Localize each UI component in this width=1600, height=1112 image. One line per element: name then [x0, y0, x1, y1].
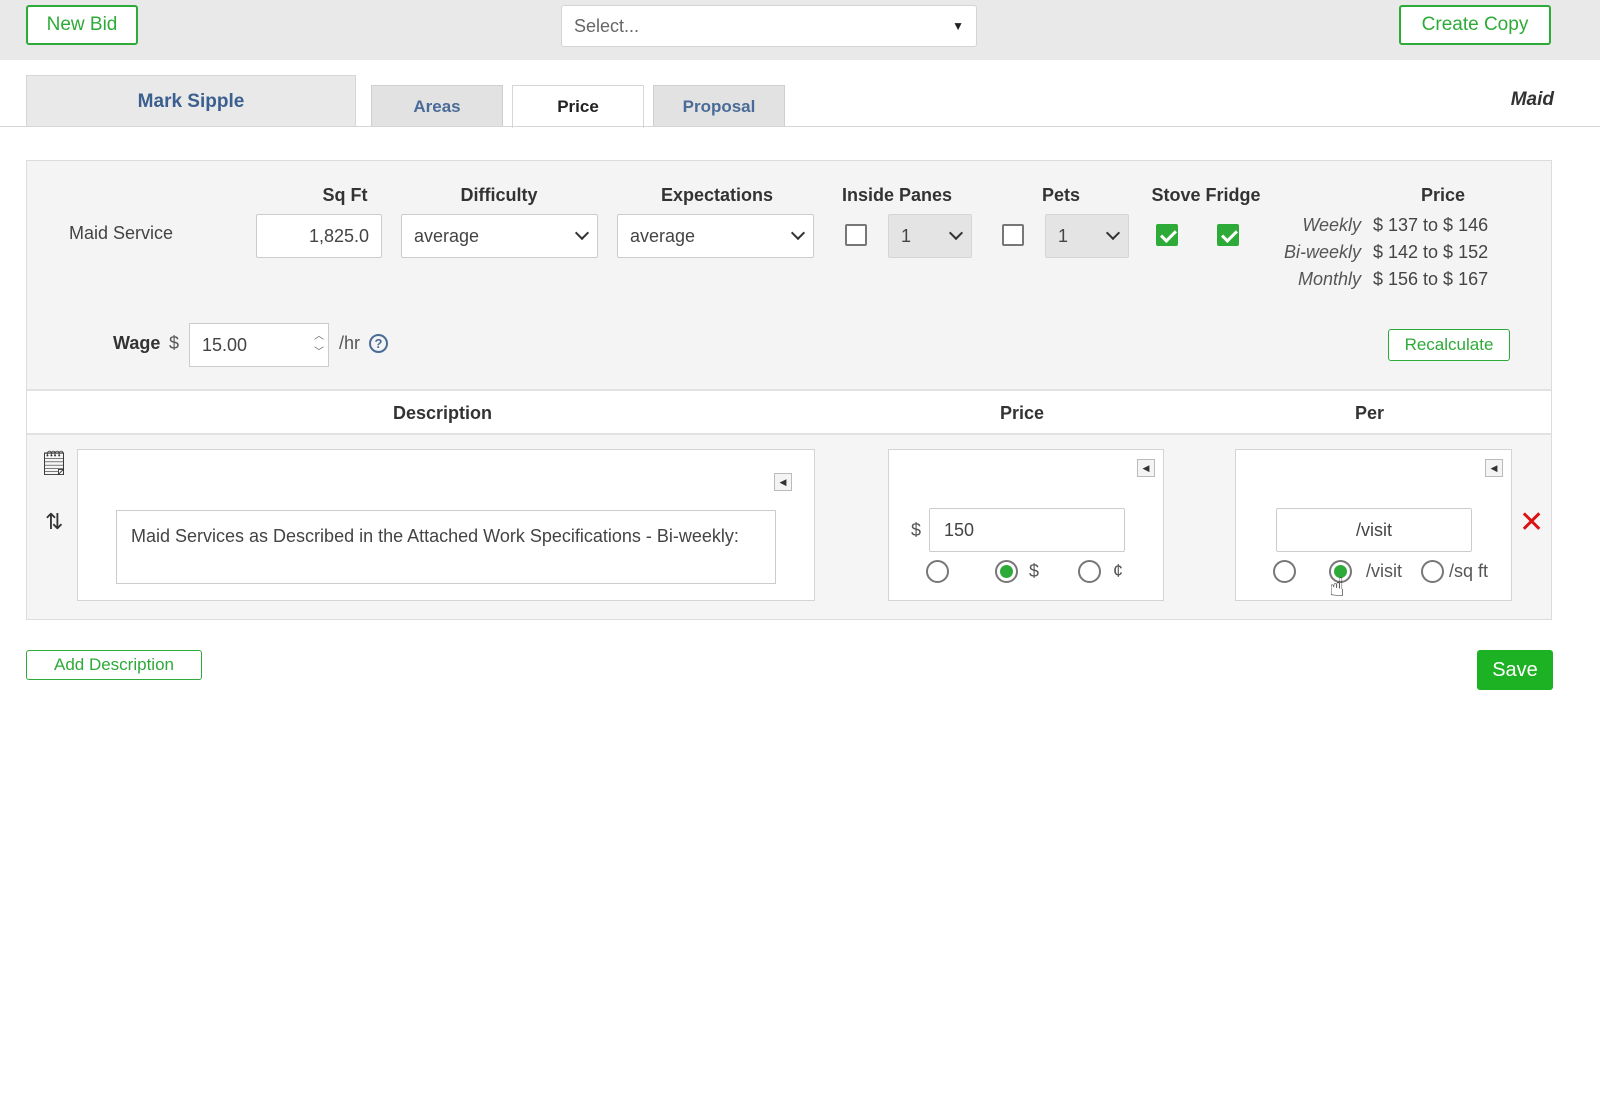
wage-input[interactable]: 15.00 ︿ ﹀: [189, 323, 329, 367]
tab-price[interactable]: Price: [512, 85, 644, 128]
price-input[interactable]: 150: [929, 508, 1125, 552]
pricing-panel: Sq Ft Difficulty Expectations Inside Pan…: [26, 160, 1552, 620]
price-range-header: Price: [1420, 185, 1466, 205]
caret-down-icon: ▼: [952, 19, 964, 33]
chevron-down-icon: [790, 225, 806, 241]
per-label-visit: /visit: [1366, 561, 1402, 581]
wage-unit: /hr: [339, 333, 361, 353]
recalculate-button[interactable]: Recalculate: [1388, 329, 1510, 361]
pets-header: Pets: [1041, 185, 1081, 205]
price-period: Weekly: [1302, 215, 1361, 235]
wage-stepper[interactable]: ︿ ﹀: [314, 329, 324, 361]
expectations-header: Expectations: [660, 185, 774, 205]
line-item-row: 🗒 ⇅ ◀ Maid Services as Described in the …: [27, 435, 1551, 619]
per-column-header: Per: [1355, 403, 1385, 423]
reorder-icon[interactable]: ⇅: [45, 509, 63, 535]
wage-value: 15.00: [202, 334, 248, 355]
price-unit-label-dollar: $: [1029, 561, 1040, 581]
price-currency: $: [911, 520, 922, 540]
inside-panes-count-select[interactable]: 1: [888, 214, 972, 258]
pets-checkbox[interactable]: [1002, 224, 1024, 246]
price-range-weekly: Weekly $ 137 to $ 146: [1269, 215, 1488, 236]
hand-cursor-icon: ☝: [1329, 572, 1345, 602]
expectations-select[interactable]: average: [617, 214, 814, 258]
chevron-down-icon: [574, 225, 590, 241]
collapse-icon[interactable]: ◀: [1485, 459, 1503, 477]
price-unit-radio-cent[interactable]: [1078, 560, 1101, 583]
tabs-divider: [0, 126, 1600, 127]
sqft-header: Sq Ft: [322, 185, 368, 205]
delete-icon[interactable]: ✕: [1519, 505, 1544, 540]
inside-panes-count-value: 1: [901, 225, 912, 246]
service-parameters: Sq Ft Difficulty Expectations Inside Pan…: [27, 161, 1551, 391]
bid-select[interactable]: Select... ▼: [561, 5, 977, 47]
tab-areas[interactable]: Areas: [371, 85, 503, 127]
price-period: Monthly: [1297, 269, 1361, 289]
customer-name-tab[interactable]: Mark Sipple: [26, 75, 356, 127]
bid-select-value: Select...: [574, 15, 640, 36]
stove-fridge-header: Stove Fridge: [1151, 185, 1261, 205]
stove-checkbox[interactable]: [1156, 224, 1178, 246]
tab-proposal[interactable]: Proposal: [653, 85, 785, 127]
price-period: Bi-weekly: [1283, 242, 1361, 262]
difficulty-value: average: [414, 225, 480, 246]
price-cell: ◀ $ 150 $ ¢: [888, 449, 1164, 601]
price-range-value: $ 142 to $ 152: [1373, 242, 1489, 262]
per-radio-sqft[interactable]: [1421, 560, 1444, 583]
pets-count-value: 1: [1058, 225, 1069, 246]
difficulty-header: Difficulty: [460, 185, 538, 205]
sqft-input[interactable]: 1,825.0: [256, 214, 382, 258]
save-button[interactable]: Save: [1477, 650, 1553, 690]
price-range-value: $ 137 to $ 146: [1373, 215, 1489, 235]
price-unit-radio-none[interactable]: [926, 560, 949, 583]
chevron-down-icon: [948, 225, 964, 241]
per-label-sqft: /sq ft: [1449, 561, 1489, 581]
collapse-icon[interactable]: ◀: [1137, 459, 1155, 477]
price-column-header: Price: [1000, 403, 1045, 423]
pets-count-select[interactable]: 1: [1045, 214, 1129, 258]
difficulty-select[interactable]: average: [401, 214, 598, 258]
inside-panes-checkbox[interactable]: [845, 224, 867, 246]
add-note-icon[interactable]: 🗒: [39, 449, 69, 478]
price-range-value: $ 156 to $ 167: [1373, 269, 1489, 289]
service-type-label: Maid: [1510, 89, 1554, 110]
description-cell: ◀ Maid Services as Described in the Atta…: [77, 449, 815, 601]
line-items-header: Description Price Per: [27, 391, 1551, 435]
chevron-down-icon: [1105, 225, 1121, 241]
add-description-button[interactable]: Add Description: [26, 650, 202, 680]
new-bid-button[interactable]: New Bid: [26, 5, 138, 45]
expectations-value: average: [630, 225, 696, 246]
wage-currency: $: [169, 333, 180, 353]
price-range-monthly: Monthly $ 156 to $ 167: [1269, 269, 1488, 290]
service-name: Maid Service: [69, 223, 174, 243]
per-input[interactable]: /visit: [1276, 508, 1472, 552]
help-icon[interactable]: ?: [369, 334, 388, 353]
price-range-biweekly: Bi-weekly $ 142 to $ 152: [1269, 242, 1488, 263]
description-column-header: Description: [393, 403, 493, 423]
wage-label: Wage: [113, 333, 161, 353]
price-unit-label-cent: ¢: [1113, 561, 1124, 581]
per-radio-none[interactable]: [1273, 560, 1296, 583]
description-textarea[interactable]: Maid Services as Described in the Attach…: [116, 510, 776, 584]
collapse-icon[interactable]: ◀: [774, 473, 792, 491]
per-cell: ◀ /visit /visit /sq ft: [1235, 449, 1512, 601]
fridge-checkbox[interactable]: [1217, 224, 1239, 246]
create-copy-button[interactable]: Create Copy: [1399, 5, 1551, 45]
price-unit-radio-dollar[interactable]: [995, 560, 1018, 583]
inside-panes-header: Inside Panes: [841, 185, 953, 205]
top-toolbar: New Bid Select... ▼ Create Copy: [0, 0, 1600, 60]
